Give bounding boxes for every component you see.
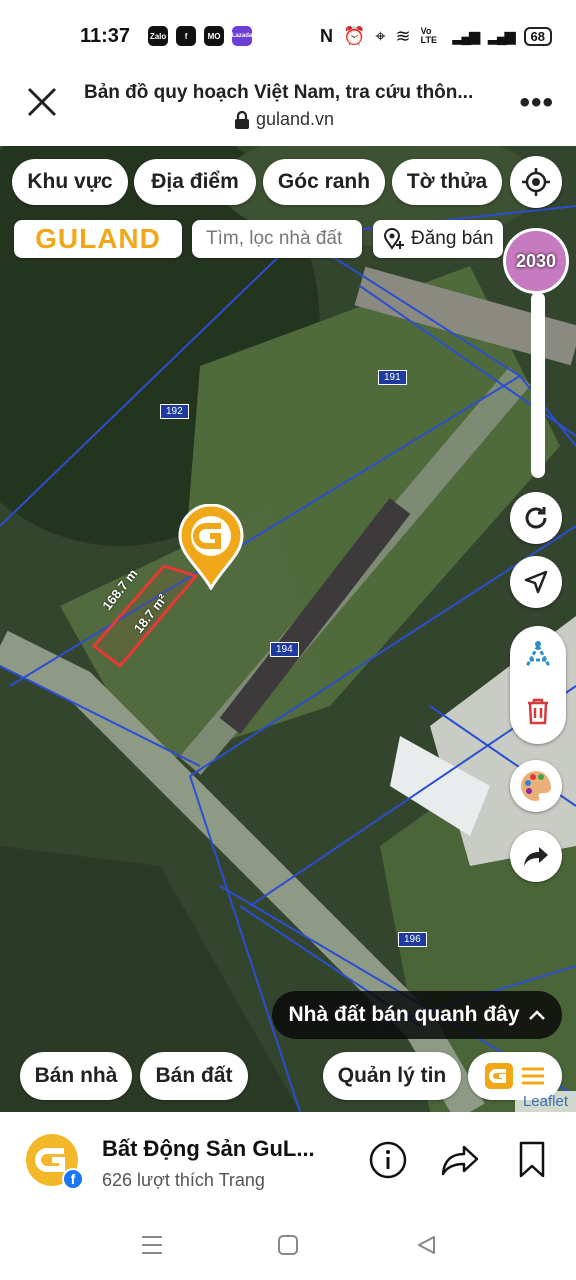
recent-apps-icon[interactable] <box>139 1232 165 1258</box>
back-icon[interactable] <box>413 1232 439 1258</box>
share-arrow-icon <box>524 847 548 866</box>
post-listing-button[interactable]: Đăng bán <box>373 220 503 258</box>
measure-icon[interactable] <box>522 638 554 670</box>
locate-me-button[interactable] <box>510 156 562 208</box>
post-listing-label: Đăng bán <box>411 228 494 249</box>
map-view[interactable]: 192 191 194 196 168.7 m 18.7 m² Khu vực … <box>0 146 576 1112</box>
status-bar: 11:37 Zalo f MO Lazada N ⏰ ⌖ ≋ Vo LTE ▂▄… <box>0 0 576 72</box>
page-title: Bản đồ quy hoạch Việt Nam, tra cứu thôn.… <box>84 82 474 103</box>
nearby-listings-toggle[interactable]: Nhà đất bán quanh đây <box>272 991 562 1039</box>
info-icon[interactable] <box>366 1138 410 1182</box>
nfc-icon: N <box>319 25 333 46</box>
page-name[interactable]: Bất Động Sản GuL... <box>102 1136 315 1162</box>
parcel-label[interactable]: 191 <box>378 370 407 385</box>
navigate-button[interactable] <box>510 556 562 608</box>
location-pin-icon[interactable] <box>178 503 244 591</box>
location-icon: ⌖ <box>375 25 386 46</box>
trash-icon[interactable] <box>523 696 553 726</box>
guland-g-icon <box>485 1063 513 1089</box>
signal-icon: ▂▄▆ <box>452 27 480 44</box>
satellite-map <box>0 146 576 1112</box>
status-app-icons: Zalo f MO Lazada <box>148 26 252 46</box>
place-filter-chip[interactable]: Địa điểm <box>134 159 256 205</box>
share-button[interactable] <box>510 830 562 882</box>
refresh-icon <box>525 507 547 529</box>
status-indicators: N ⏰ ⌖ ≋ Vo LTE ▂▄▆ ▂▄▆ 68 <box>320 26 552 47</box>
more-options-icon[interactable]: ••• <box>519 86 554 120</box>
parcel-label[interactable]: 192 <box>160 404 189 419</box>
home-icon[interactable] <box>275 1232 301 1258</box>
map-style-button[interactable] <box>510 760 562 812</box>
sell-house-chip[interactable]: Bán nhà <box>20 1052 132 1100</box>
crosshair-icon <box>522 168 550 196</box>
lock-icon <box>234 110 250 129</box>
signal-icon-2: ▂▄▆ <box>488 27 515 44</box>
palette-icon <box>521 771 551 801</box>
bookmark-icon[interactable] <box>510 1138 554 1182</box>
browser-toolbar: Bản đồ quy hoạch Việt Nam, tra cứu thôn.… <box>0 72 576 146</box>
facebook-icon: f <box>176 26 197 46</box>
alarm-icon: ⏰ <box>342 25 366 46</box>
measure-tool-panel <box>510 626 566 744</box>
facebook-icon: f <box>62 1168 84 1190</box>
area-filter-chip[interactable]: Khu vực <box>12 159 128 205</box>
map-attribution[interactable]: Leaflet <box>514 1091 576 1112</box>
sell-land-chip[interactable]: Bán đất <box>140 1052 248 1100</box>
mo-icon: MO <box>204 26 225 46</box>
facebook-page-bar: f Bất Động Sản GuL... 626 lượt thích Tra… <box>0 1112 576 1210</box>
nearby-listings-label: Nhà đất bán quanh đây <box>288 1003 520 1026</box>
navigation-arrow-icon <box>524 570 548 594</box>
planning-2030-button[interactable]: 2030 <box>503 228 569 294</box>
manage-listings-chip[interactable]: Quản lý tin <box>323 1052 461 1100</box>
page-url: guland.vn <box>234 109 334 130</box>
corner-filter-chip[interactable]: Góc ranh <box>263 159 385 205</box>
system-navigation-bar <box>0 1210 576 1280</box>
add-location-icon <box>383 228 404 250</box>
zalo-icon: Zalo <box>148 26 169 46</box>
refresh-button[interactable] <box>510 492 562 544</box>
menu-icon <box>522 1067 544 1085</box>
chevron-up-icon <box>528 1010 545 1020</box>
parcel-label[interactable]: 196 <box>398 932 427 947</box>
plot-filter-chip[interactable]: Tờ thửa <box>392 159 502 205</box>
network-type: Vo LTE <box>420 26 437 45</box>
page-likes: 626 lượt thích Trang <box>102 1170 265 1190</box>
search-input[interactable]: Tìm, lọc nhà đất <box>192 220 362 258</box>
share-icon[interactable] <box>438 1138 482 1182</box>
battery-level: 68 <box>523 26 552 46</box>
opacity-slider[interactable] <box>531 292 545 478</box>
wifi-icon: ≋ <box>395 25 411 46</box>
url-text: guland.vn <box>256 109 335 129</box>
close-icon[interactable] <box>24 86 60 122</box>
parcel-label[interactable]: 194 <box>270 642 299 657</box>
lazada-icon: Lazada <box>232 26 252 46</box>
status-time: 11:37 <box>80 24 131 47</box>
guland-logo[interactable]: GULAND <box>14 220 182 258</box>
